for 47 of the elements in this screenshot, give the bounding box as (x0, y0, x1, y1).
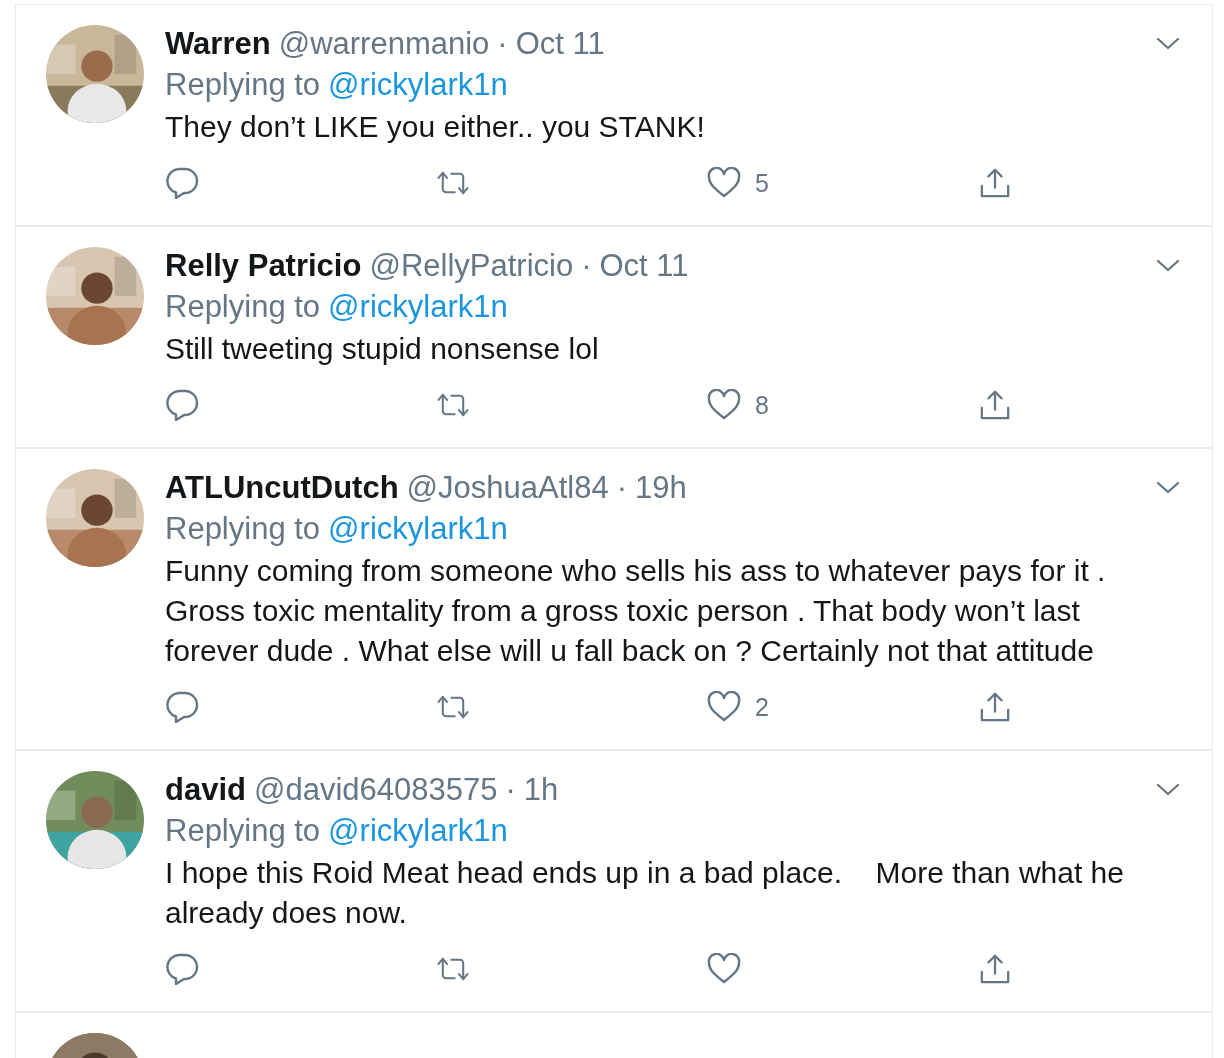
heart-icon[interactable] (707, 691, 741, 723)
tweet-text: Funny coming from someone who sells his ass to whatever pays for it . Gross toxic mentality from a gross toxic person . That body won’t last forever dude . What else will u fall back on ? Certainly not that attitude (165, 553, 1107, 669)
like-count: 5 (755, 168, 769, 198)
reply-icon[interactable] (165, 167, 199, 199)
chevron-down-icon[interactable] (1156, 783, 1180, 797)
like-count: 2 (755, 692, 769, 722)
mention-link[interactable]: @rickylark1n (328, 809, 508, 853)
share-icon[interactable] (978, 167, 1012, 199)
user-handle[interactable]: @david64083575 (253, 771, 498, 809)
separator-dot: · (581, 247, 592, 285)
replying-label: Replying to (165, 288, 321, 326)
tweet-text: They don’t LIKE you either.. you STANK! (165, 109, 706, 145)
like-count: 8 (755, 390, 769, 420)
tweet-time[interactable]: 1h (523, 771, 559, 809)
user-name[interactable]: david (165, 771, 246, 809)
user-handle[interactable]: @JoshuaAtl84 (406, 469, 609, 507)
user-handle[interactable]: @warrenmanio (278, 25, 490, 63)
replying-label: Replying to (165, 510, 321, 548)
chevron-down-icon[interactable] (1156, 481, 1180, 495)
mention-link[interactable]: @rickylark1n (328, 63, 508, 107)
chevron-down-icon[interactable] (1156, 259, 1180, 273)
share-icon[interactable] (978, 953, 1012, 985)
user-name[interactable]: Relly Patricio (165, 247, 362, 285)
reply-icon[interactable] (165, 389, 199, 421)
user-name[interactable]: ATLUncutDutch (165, 469, 399, 507)
share-icon[interactable] (978, 389, 1012, 421)
tweet-time[interactable]: Oct 11 (515, 25, 605, 63)
replying-label: Replying to (165, 812, 321, 850)
separator-dot: · (616, 469, 628, 507)
heart-icon[interactable] (707, 167, 741, 199)
mention-link[interactable]: @rickylark1n (328, 285, 508, 329)
separator-dot: · (497, 25, 508, 63)
tweet-text: Still tweeting stupid nonsense lol (165, 331, 600, 367)
share-icon[interactable] (978, 691, 1012, 723)
user-name[interactable]: Warren (165, 25, 271, 63)
tweet-time[interactable]: 19h (635, 469, 687, 507)
reply-icon[interactable] (165, 691, 199, 723)
separator-dot: · (505, 771, 516, 809)
reply-icon[interactable] (165, 953, 199, 985)
user-handle[interactable]: @RellyPatricio (369, 247, 574, 285)
heart-icon[interactable] (707, 389, 741, 421)
tweet-text: I hope this Roid Meat head ends up in a bad place. More than what he already does now. (165, 855, 1125, 931)
tweet-time[interactable]: Oct 11 (599, 247, 689, 285)
heart-icon[interactable] (707, 953, 741, 985)
replying-label: Replying to (165, 66, 321, 104)
chevron-down-icon[interactable] (1156, 37, 1180, 51)
mention-link[interactable]: @rickylark1n (328, 507, 508, 551)
